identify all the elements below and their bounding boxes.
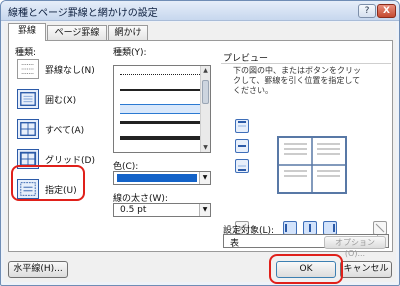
options-button[interactable]: オプション(O)... — [324, 236, 386, 258]
scroll-thumb[interactable] — [202, 80, 209, 104]
border-all-icon — [17, 119, 39, 139]
border-none-icon — [17, 59, 39, 79]
border-top-button[interactable] — [235, 119, 249, 133]
preview-table-icon — [279, 138, 345, 192]
preset-box[interactable]: 囲む(X) — [15, 87, 111, 111]
close-button[interactable]: X — [377, 4, 396, 18]
border-inside-horizontal-button[interactable] — [235, 139, 249, 153]
line-style-scrollbar[interactable]: ▲ ▼ — [200, 66, 210, 152]
dialog-body: 罫線 ページ罫線 網かけ 種類: 罫線なし(N) 囲む(X) すべて(A) グリ… — [4, 22, 396, 284]
color-combo[interactable]: ▼ — [113, 171, 211, 185]
line-width-combo[interactable]: 0.5 pt ▼ — [113, 203, 211, 217]
border-box-icon — [17, 89, 39, 109]
diagonal-up-icon — [375, 223, 385, 233]
scroll-up-icon[interactable]: ▲ — [201, 66, 210, 75]
line-style-thick[interactable] — [120, 121, 200, 124]
title-bar: 線種とページ罫線と網かけの設定 ? X — [1, 1, 399, 21]
highlight-grid-preset — [11, 165, 85, 201]
tab-borders[interactable]: 罫線 — [8, 23, 46, 41]
line-style-solid-thin[interactable] — [120, 89, 200, 91]
border-diagonal-up-button[interactable] — [373, 221, 387, 235]
border-left-button[interactable] — [283, 221, 297, 235]
color-swatch — [117, 174, 197, 182]
tab-panel: 種類: 罫線なし(N) 囲む(X) すべて(A) グリッド(D) 指定(U) 種… — [8, 40, 393, 252]
preset-box-label: 囲む(X) — [45, 96, 77, 106]
horizontal-line-button[interactable]: 水平線(H)... — [8, 261, 68, 278]
highlight-ok-button — [269, 254, 343, 284]
border-right-button[interactable] — [323, 221, 337, 235]
line-width-value: 0.5 pt — [120, 205, 147, 215]
dialog-window: 線種とページ罫線と網かけの設定 ? X 罫線 ページ罫線 網かけ 種類: 罫線な… — [0, 0, 400, 286]
border-bottom-icon — [238, 165, 246, 171]
border-bottom-button[interactable] — [235, 159, 249, 173]
preset-all-label: すべて(A) — [45, 126, 85, 136]
border-inside-vertical-button[interactable] — [303, 221, 317, 235]
preset-none[interactable]: 罫線なし(N) — [15, 57, 111, 81]
preset-none-label: 罫線なし(N) — [45, 66, 95, 76]
border-inside-vertical-icon — [309, 224, 311, 232]
tab-shading[interactable]: 網かけ — [108, 25, 148, 41]
line-style-selected-double[interactable] — [120, 104, 200, 114]
dialog-title: 線種とページ罫線と網かけの設定 — [8, 8, 158, 19]
apply-to-value: 表 — [230, 239, 240, 249]
line-style-dotted[interactable] — [120, 74, 200, 75]
style-heading: 種類(Y): — [113, 48, 147, 58]
border-inside-horizontal-icon — [238, 145, 246, 147]
cancel-button[interactable]: キャンセル — [340, 261, 392, 278]
border-top-icon — [238, 121, 246, 127]
preset-all[interactable]: すべて(A) — [15, 117, 111, 141]
chevron-down-icon[interactable]: ▼ — [199, 172, 210, 184]
help-button[interactable]: ? — [358, 4, 376, 18]
line-style-heavy[interactable] — [120, 136, 200, 140]
chevron-down-icon[interactable]: ▼ — [199, 204, 210, 216]
tab-page-border[interactable]: ページ罫線 — [47, 25, 107, 41]
border-right-icon — [333, 224, 335, 232]
preview-document[interactable] — [277, 136, 347, 194]
line-style-list[interactable]: ▲ ▼ — [113, 65, 211, 153]
scroll-down-icon[interactable]: ▼ — [201, 143, 210, 152]
preview-instruction: 下の図の中、またはボタンをクリックして、罫線を引く位置を指定してください。 — [233, 66, 361, 95]
border-left-icon — [285, 224, 287, 232]
